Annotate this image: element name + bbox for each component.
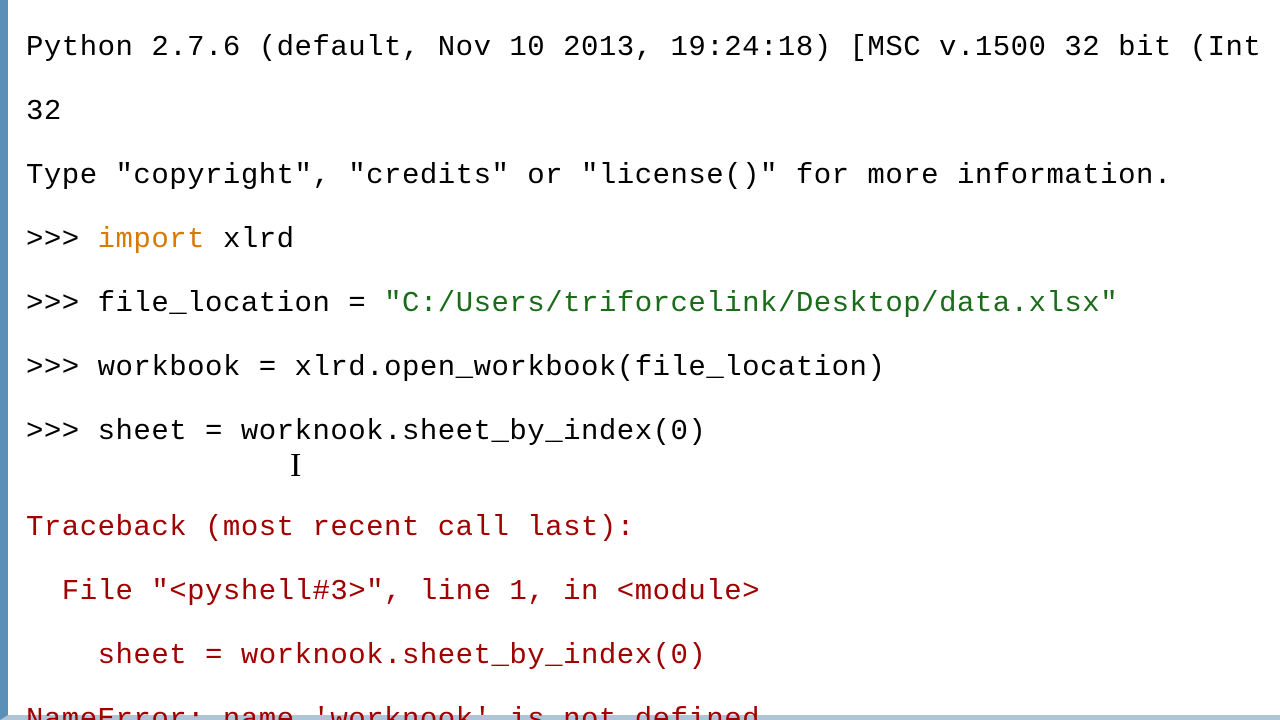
- traceback-line-4: NameError: name 'worknook' is not define…: [26, 704, 1280, 720]
- prompt: >>>: [26, 415, 98, 448]
- input-line-3: >>> workbook = xlrd.open_workbook(file_l…: [26, 352, 1280, 384]
- code-text: xlrd: [205, 223, 295, 256]
- mouse-ibeam-icon: I: [290, 450, 302, 482]
- banner-line-1: Python 2.7.6 (default, Nov 10 2013, 19:2…: [26, 32, 1280, 64]
- string-literal: "C:/Users/triforcelink/Desktop/data.xlsx…: [384, 287, 1118, 320]
- banner-line-3: Type "copyright", "credits" or "license(…: [26, 160, 1280, 192]
- prompt: >>>: [26, 223, 98, 256]
- input-line-4: >>> sheet = worknook.sheet_by_index(0): [26, 416, 1280, 448]
- code-text: sheet = worknook.sheet_by_index(0): [98, 415, 707, 448]
- input-line-2: >>> file_location = "C:/Users/triforceli…: [26, 288, 1280, 320]
- keyword-import: import: [98, 223, 205, 256]
- prompt: >>>: [26, 287, 98, 320]
- prompt: >>>: [26, 351, 98, 384]
- banner-line-2: 32: [26, 96, 1280, 128]
- input-line-1: >>> import xlrd: [26, 224, 1280, 256]
- python-shell[interactable]: Python 2.7.6 (default, Nov 10 2013, 19:2…: [0, 0, 1280, 720]
- code-text: workbook = xlrd.open_workbook(file_locat…: [98, 351, 886, 384]
- traceback-line-1: Traceback (most recent call last):: [26, 512, 1280, 544]
- code-text: file_location =: [98, 287, 384, 320]
- traceback-line-3: sheet = worknook.sheet_by_index(0): [26, 640, 1280, 672]
- traceback-line-2: File "<pyshell#3>", line 1, in <module>: [26, 576, 1280, 608]
